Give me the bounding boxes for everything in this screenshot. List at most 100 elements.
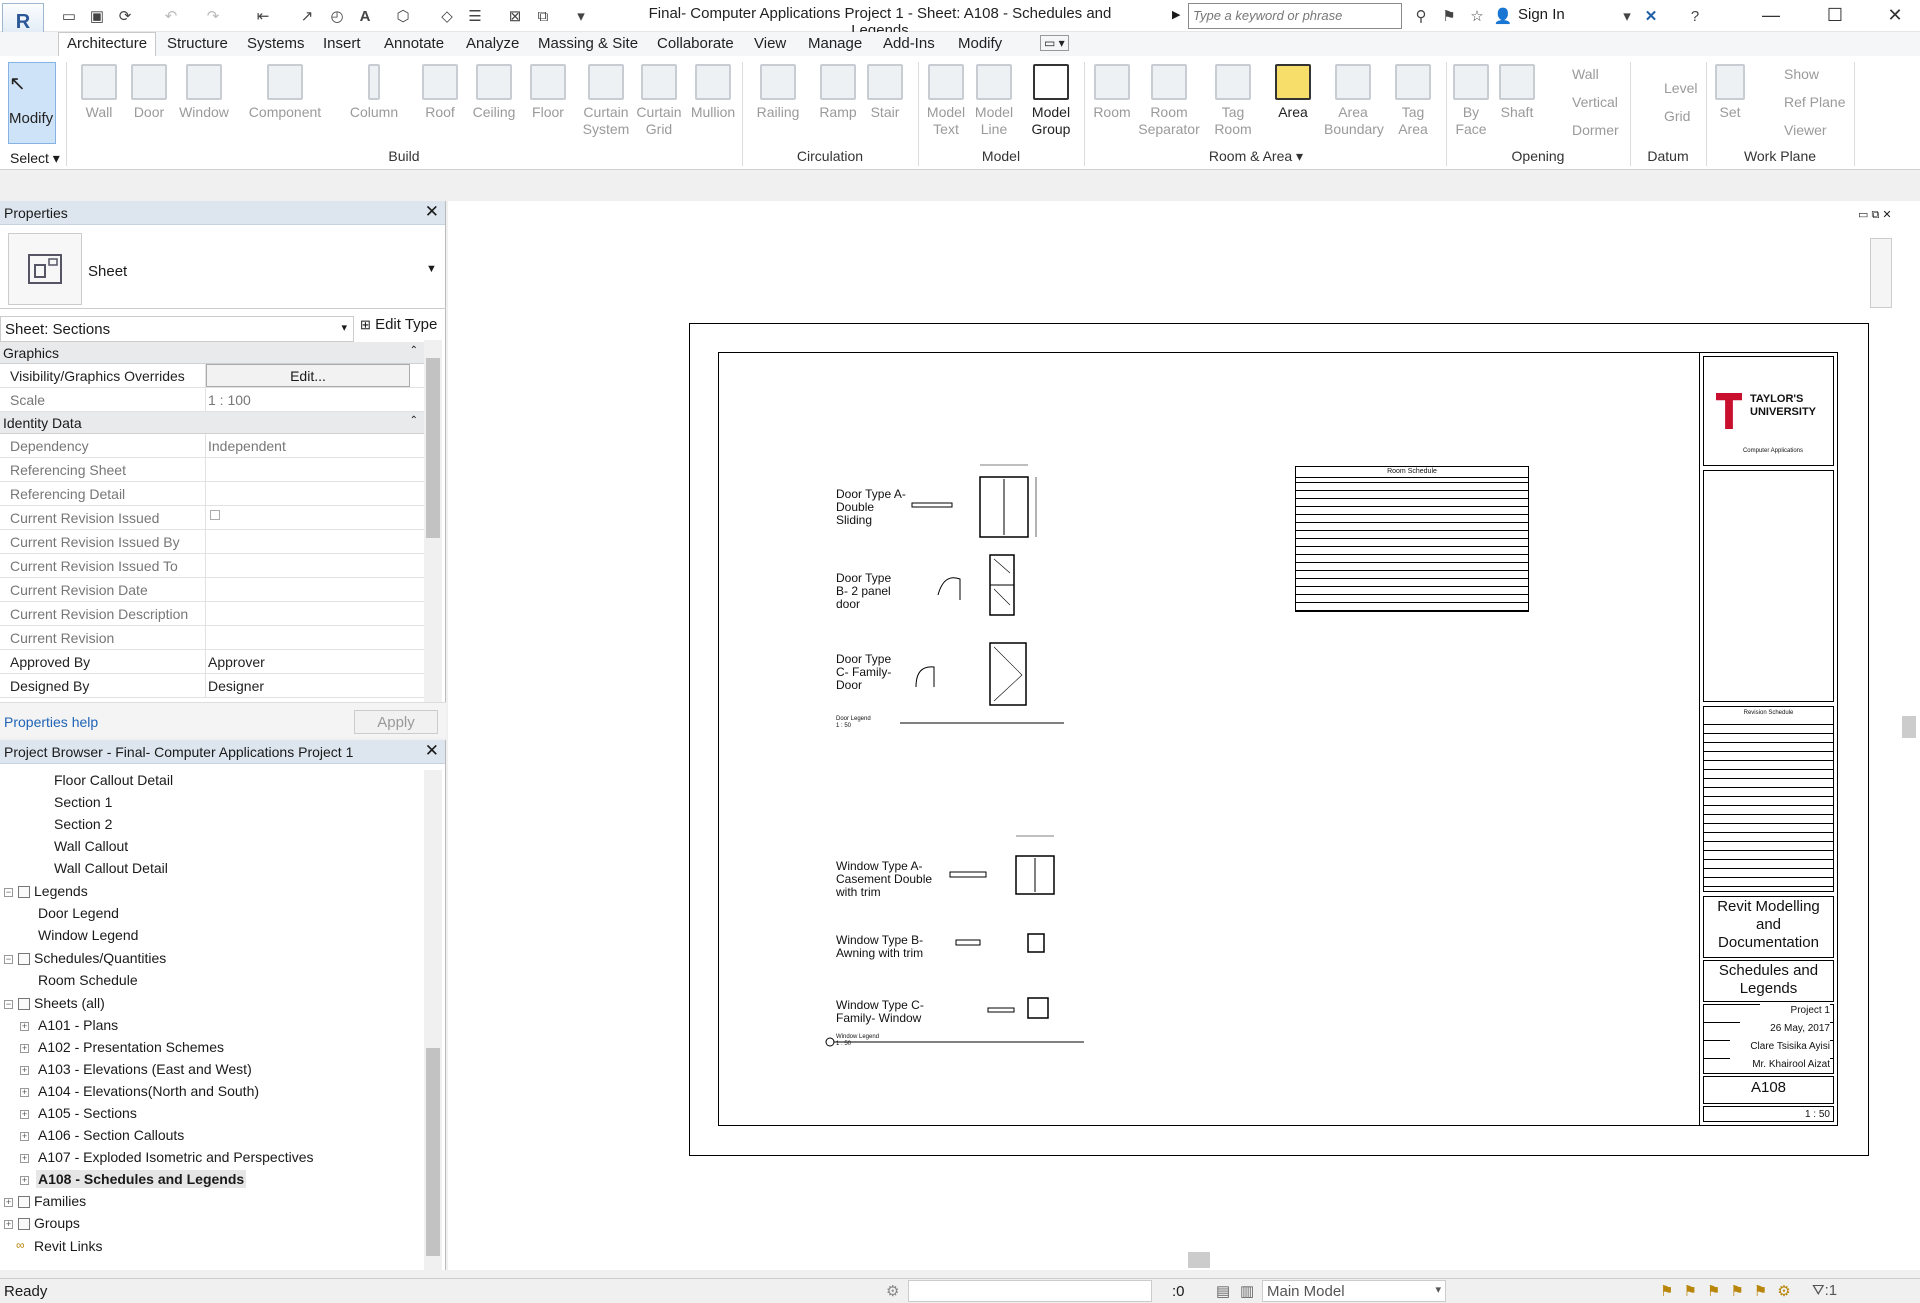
ribbon-toggle-icon[interactable]: ▭ ▾ [1040,35,1069,51]
tree-item[interactable]: A102 - Presentation Schemes [38,1039,224,1055]
ceiling-button[interactable]: Ceiling [468,60,520,150]
chevron-down-icon[interactable]: ▾ [1616,6,1638,26]
tab-analyze[interactable]: Analyze [466,35,519,52]
wall-button[interactable]: Wall [76,60,122,150]
workset-dropdown[interactable] [908,1280,1152,1302]
expand-icon[interactable]: + [20,1154,29,1163]
expand-icon[interactable]: + [20,1110,29,1119]
area-button[interactable]: Area [1266,60,1320,150]
collapse-icon[interactable]: − [4,1000,13,1009]
opening-vertical-button[interactable]: Vertical [1572,94,1618,110]
help-icon[interactable]: ? [1684,6,1706,26]
show-button[interactable]: Show [1784,66,1819,82]
selection-filter-icons[interactable]: ⚑⚑⚑⚑⚑⚙ [1660,1282,1801,1300]
expand-icon[interactable]: + [20,1176,29,1185]
tree-item[interactable]: A106 - Section Callouts [38,1127,184,1143]
tree-item[interactable]: Wall Callout [54,838,128,854]
ref-plane-button[interactable]: Ref Plane [1784,94,1845,110]
set-work-plane-button[interactable]: Set [1710,60,1750,150]
expand-icon[interactable]: + [20,1044,29,1053]
window-button[interactable]: Window [176,60,232,150]
tab-modify[interactable]: Modify [958,35,1002,52]
minimize-button[interactable]: — [1748,2,1794,28]
close-icon[interactable]: ✕ [425,741,439,761]
instance-selector[interactable]: Sheet: Sections ▾ [0,316,354,342]
apply-button[interactable]: Apply [354,710,438,734]
filter-icon[interactable]: ⛛:1 [1812,1282,1837,1299]
close-window-button[interactable]: ✕ [1872,2,1918,28]
floor-button[interactable]: Floor [526,60,570,150]
revision-issued-checkbox[interactable] [210,510,220,520]
search-expand-icon[interactable]: ▶ [1172,8,1180,21]
railing-button[interactable]: Railing [752,60,804,150]
type-selector[interactable]: Sheet ▼ [0,225,446,309]
grid-button[interactable]: Grid [1664,108,1690,124]
design-options-icon[interactable]: ▤ [1216,1282,1230,1300]
tree-item[interactable]: Door Legend [38,905,119,921]
vertical-scroll-thumb[interactable] [1902,716,1916,738]
room-separator-button[interactable]: Room Separator [1136,60,1202,150]
ramp-button[interactable]: Ramp [814,60,862,150]
tag-room-button[interactable]: Tag Room [1208,60,1258,150]
identity-data-group-header[interactable]: Identity Data ⌃ [0,412,424,434]
edit-type-button[interactable]: ⊞ Edit Type [360,316,437,333]
subscription-icon[interactable]: ⚑ [1438,6,1460,26]
redo-icon[interactable]: ↷ [202,6,224,26]
view-window-controls[interactable]: ▭ ⧉ ✕ [1858,208,1892,222]
expand-icon[interactable]: + [4,1198,13,1207]
shaft-button[interactable]: Shaft [1496,60,1538,150]
model-text-button[interactable]: Model Text [922,60,970,150]
tree-item[interactable]: Room Schedule [38,972,138,988]
collapse-icon[interactable]: − [4,888,13,897]
sync-icon[interactable]: ⟳ [114,6,136,26]
expand-icon[interactable]: + [4,1220,13,1229]
measure-icon[interactable]: ⇤ [252,6,274,26]
designed-by-value[interactable]: Designer [208,678,264,694]
room-schedule-table[interactable] [1295,466,1529,612]
tab-architecture[interactable]: Architecture [58,32,157,56]
edit-overrides-button[interactable]: Edit... [206,364,410,387]
tree-item[interactable]: A101 - Plans [38,1017,118,1033]
select-dropdown[interactable]: Select ▾ [10,150,60,167]
column-button[interactable]: Column [344,60,404,150]
navigation-bar[interactable] [1870,238,1892,308]
tab-structure[interactable]: Structure [167,35,228,52]
tab-manage[interactable]: Manage [808,35,862,52]
expand-icon[interactable]: + [20,1088,29,1097]
room-button[interactable]: Room [1088,60,1136,150]
tree-item-groups[interactable]: Groups [34,1215,80,1231]
tree-item[interactable]: Wall Callout Detail [54,860,168,876]
collapse-icon[interactable]: − [4,955,13,964]
tab-add-ins[interactable]: Add-Ins [883,35,935,52]
thin-lines-icon[interactable]: ☰ [464,6,486,26]
modify-button[interactable]: ↖ Modify [8,62,56,144]
tree-item-revit-links[interactable]: Revit Links [34,1238,102,1254]
tag-area-button[interactable]: Tag Area [1388,60,1438,150]
tree-item-sheets[interactable]: Sheets (all) [34,995,105,1011]
exchange-icon[interactable]: ✕ [1640,6,1662,26]
binoculars-icon[interactable]: ⚲ [1410,6,1432,26]
save-icon[interactable]: ▣ [86,6,108,26]
tree-item[interactable]: A103 - Elevations (East and West) [38,1061,252,1077]
tree-item[interactable]: A104 - Elevations(North and South) [38,1083,259,1099]
roof-button[interactable]: Roof [418,60,462,150]
horizontal-scroll-thumb[interactable] [1188,1252,1210,1268]
door-button[interactable]: Door [126,60,172,150]
tab-systems[interactable]: Systems [247,35,305,52]
area-boundary-button[interactable]: Area Boundary [1324,60,1384,150]
tree-item-families[interactable]: Families [34,1193,86,1209]
tree-item[interactable]: Window Legend [38,927,138,943]
room-area-panel-label[interactable]: Room & Area ▾ [1084,148,1428,165]
expand-icon[interactable]: + [20,1066,29,1075]
open-icon[interactable]: ▭ [58,6,80,26]
section-icon[interactable]: ◇ [436,6,458,26]
stair-button[interactable]: Stair [862,60,908,150]
expand-icon[interactable]: + [20,1022,29,1031]
design-option-dropdown[interactable]: Main Model ▾ [1262,1280,1446,1302]
tree-item[interactable]: Section 1 [54,794,112,810]
tab-view[interactable]: View [754,35,786,52]
user-icon[interactable]: 👤 [1492,6,1514,26]
model-line-button[interactable]: Model Line [970,60,1018,150]
tree-item-legends[interactable]: Legends [34,883,88,899]
by-face-button[interactable]: By Face [1450,60,1492,150]
